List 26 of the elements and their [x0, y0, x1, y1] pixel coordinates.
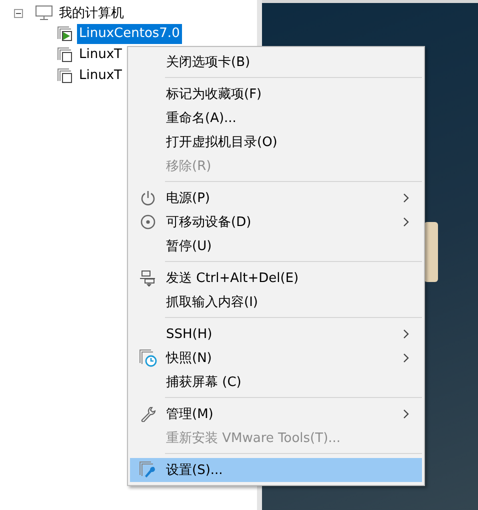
menu-item[interactable]: 发送 Ctrl+Alt+Del(E) [130, 266, 422, 290]
settings-icon [139, 461, 157, 479]
menu-item[interactable]: 快照(N) [130, 346, 422, 370]
menu-item[interactable]: 电源(P) [130, 186, 422, 210]
menu-item[interactable]: 打开虚拟机目录(O) [130, 130, 422, 154]
collapse-icon[interactable] [14, 8, 23, 18]
tree-item[interactable]: LinuxT [77, 66, 124, 86]
menu-item[interactable]: 重命名(A)... [130, 106, 422, 130]
snapshot-icon [139, 349, 157, 367]
menu-item[interactable]: 设置(S)... [130, 458, 422, 482]
menu-item[interactable]: 标记为收藏项(F) [130, 82, 422, 106]
menu-item[interactable]: 暂停(U) [130, 234, 422, 258]
menu-item[interactable]: 抓取输入内容(I) [130, 290, 422, 314]
menu-item[interactable]: SSH(H) [130, 322, 422, 346]
tree-item[interactable]: LinuxT [77, 44, 124, 64]
menu-item[interactable]: 关闭选项卡(B) [130, 50, 422, 74]
network-icon [140, 270, 156, 286]
wrench-icon [140, 406, 156, 422]
menu-item[interactable]: 管理(M) [130, 402, 422, 426]
tree-item[interactable]: 我的计算机 [59, 4, 124, 22]
tree-item[interactable]: LinuxCentos7.0 [77, 24, 182, 44]
menu-item[interactable]: 捕获屏幕 (C) [130, 370, 422, 394]
disc-icon [140, 214, 156, 230]
menu-item[interactable]: 可移动设备(D) [130, 210, 422, 234]
power-icon [140, 190, 156, 206]
computer-icon [35, 5, 53, 21]
